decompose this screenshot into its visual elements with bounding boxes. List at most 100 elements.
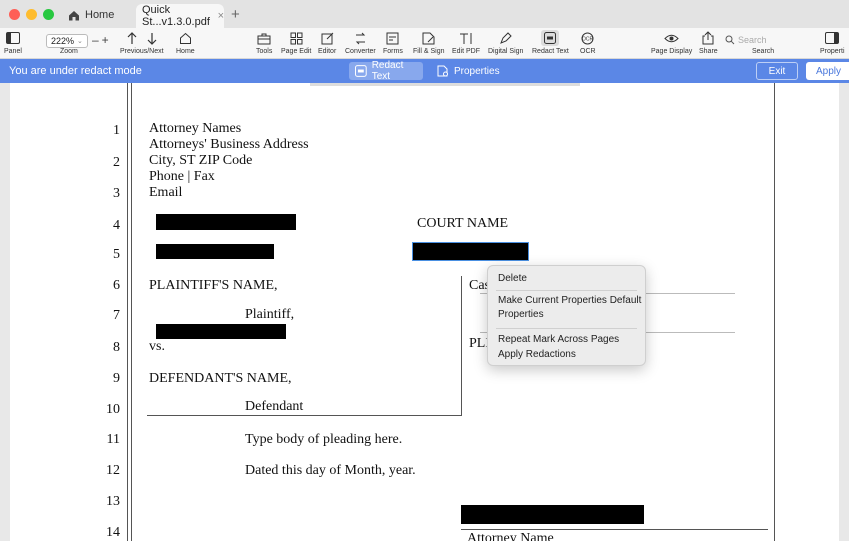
eye-icon (664, 34, 679, 42)
phone-fax: Phone | Fax (149, 169, 215, 184)
menu-separator (496, 328, 637, 329)
share-button[interactable]: Share (699, 30, 718, 55)
page-edit-label: Page Edit (281, 48, 312, 55)
converter-label: Converter (345, 48, 376, 55)
zoom-window-button[interactable] (43, 9, 54, 20)
search-input[interactable]: Search (725, 33, 785, 47)
edit-icon (321, 32, 333, 44)
toolbox-icon (257, 33, 271, 44)
attorney-name: Attorney Name (467, 531, 554, 541)
cut-off-text (310, 83, 580, 86)
page-display-button[interactable]: Page Display (651, 30, 692, 55)
line-number: 7 (113, 308, 120, 323)
digital-sign-button[interactable]: Digital Sign (488, 30, 523, 55)
close-tab-icon[interactable]: × (218, 10, 224, 22)
exit-redact-button[interactable]: Exit (756, 62, 798, 80)
menu-item-delete[interactable]: Delete (498, 273, 527, 284)
panel-icon (5, 32, 20, 44)
redaction-mark[interactable] (156, 214, 296, 230)
margin-rule-outer (127, 83, 128, 541)
zoom-out-in-buttons[interactable]: –+ (92, 33, 112, 47)
line-number: 8 (113, 340, 120, 355)
tab-home[interactable]: Home (62, 4, 132, 26)
edit-pdf-button[interactable]: Edit PDF (452, 30, 480, 55)
convert-icon (355, 32, 366, 44)
line-number: 6 (113, 278, 120, 293)
minimize-window-button[interactable] (26, 9, 37, 20)
signature-icon (422, 32, 435, 44)
home-icon (69, 10, 79, 20)
line-number: 10 (106, 402, 120, 417)
redact-text-mode-button[interactable]: Redact Text (349, 60, 423, 82)
forms-label: Forms (383, 48, 403, 55)
zoom-label: Zoom (60, 48, 78, 55)
menu-item-make-default-line2: Properties (498, 309, 544, 320)
tab-home-label: Home (85, 9, 115, 21)
search-placeholder: Search (738, 35, 767, 45)
search-label: Search (752, 48, 775, 55)
fill-sign-button[interactable]: Fill & Sign (413, 30, 445, 55)
ocr-button[interactable]: OCR OCR (580, 30, 596, 55)
redact-mode-bar: You are under redact mode Redact Text Pr… (0, 59, 849, 83)
tools-button[interactable]: Tools (256, 30, 272, 55)
page-edit-button[interactable]: Page Edit (281, 30, 311, 55)
properties-icon (437, 65, 448, 77)
redact-properties-label: Properties (454, 65, 500, 77)
context-menu: Delete Make Current Properties Default P… (487, 265, 646, 366)
forms-button[interactable]: Forms (383, 30, 403, 55)
arrow-up-icon (127, 31, 137, 44)
panel-button[interactable]: Panel (4, 30, 22, 55)
tab-document-label: Quick St...v1.3.0.pdf (142, 4, 210, 28)
redact-properties-button[interactable]: Properties (437, 62, 500, 80)
text-cursor-icon (459, 32, 471, 44)
pleading-body: Type body of pleading here. (245, 432, 403, 447)
menu-item-repeat-mark[interactable]: Repeat Mark Across Pages (498, 334, 619, 345)
search-icon (725, 35, 735, 45)
previous-next-button[interactable]: Previous/Next (120, 30, 164, 55)
grid-icon (290, 32, 303, 44)
caption-bottom-rule (147, 415, 462, 416)
zoom-select[interactable]: 222% ⌄ (46, 34, 88, 48)
svg-text:OCR: OCR (582, 36, 594, 42)
home-button[interactable]: Home (176, 30, 195, 55)
redact-icon (355, 65, 367, 77)
apply-redact-button[interactable]: Apply (806, 62, 849, 80)
redaction-mark-selected[interactable] (412, 242, 529, 261)
panel-label: Panel (4, 48, 22, 55)
redact-mode-message: You are under redact mode (9, 65, 142, 77)
versus: vs. (149, 339, 165, 354)
share-icon (702, 31, 714, 45)
redaction-mark[interactable] (156, 244, 274, 259)
tab-document[interactable]: Quick St...v1.3.0.pdf × (136, 4, 224, 28)
converter-button[interactable]: Converter (345, 30, 376, 55)
edit-pdf-label: Edit PDF (452, 48, 481, 55)
court-name: COURT NAME (417, 216, 509, 231)
line-number: 13 (106, 494, 120, 509)
sidebar-right-icon (825, 32, 840, 44)
new-tab-button[interactable]: + (231, 6, 240, 23)
redact-text-button[interactable]: Redact Text (532, 30, 569, 55)
editor-button[interactable]: Editor (318, 30, 336, 55)
menu-separator (496, 290, 637, 291)
signature-rule (461, 529, 768, 530)
dated-line: Dated this day of Month, year. (245, 463, 416, 478)
redaction-mark[interactable] (156, 324, 286, 339)
properties-panel-button[interactable]: Properti (820, 30, 845, 55)
business-address: Attorneys' Business Address (149, 137, 309, 152)
line-number: 9 (113, 371, 120, 386)
defendant-label: Defendant (245, 399, 304, 414)
fill-sign-label: Fill & Sign (413, 48, 445, 55)
home-label: Home (176, 48, 195, 55)
line-number: 4 (113, 218, 120, 233)
share-label: Share (699, 48, 718, 55)
close-window-button[interactable] (9, 9, 20, 20)
redact-icon (544, 32, 557, 44)
menu-item-apply-redactions[interactable]: Apply Redactions (498, 349, 576, 360)
caption-divider (461, 276, 462, 416)
redaction-mark[interactable] (461, 505, 644, 524)
attorney-names: Attorney Names (149, 121, 242, 136)
email: Email (149, 185, 183, 200)
menu-item-make-default[interactable]: Make Current Properties Default Properti… (498, 295, 648, 320)
ocr-icon: OCR (581, 32, 594, 44)
line-number: 11 (106, 432, 120, 447)
